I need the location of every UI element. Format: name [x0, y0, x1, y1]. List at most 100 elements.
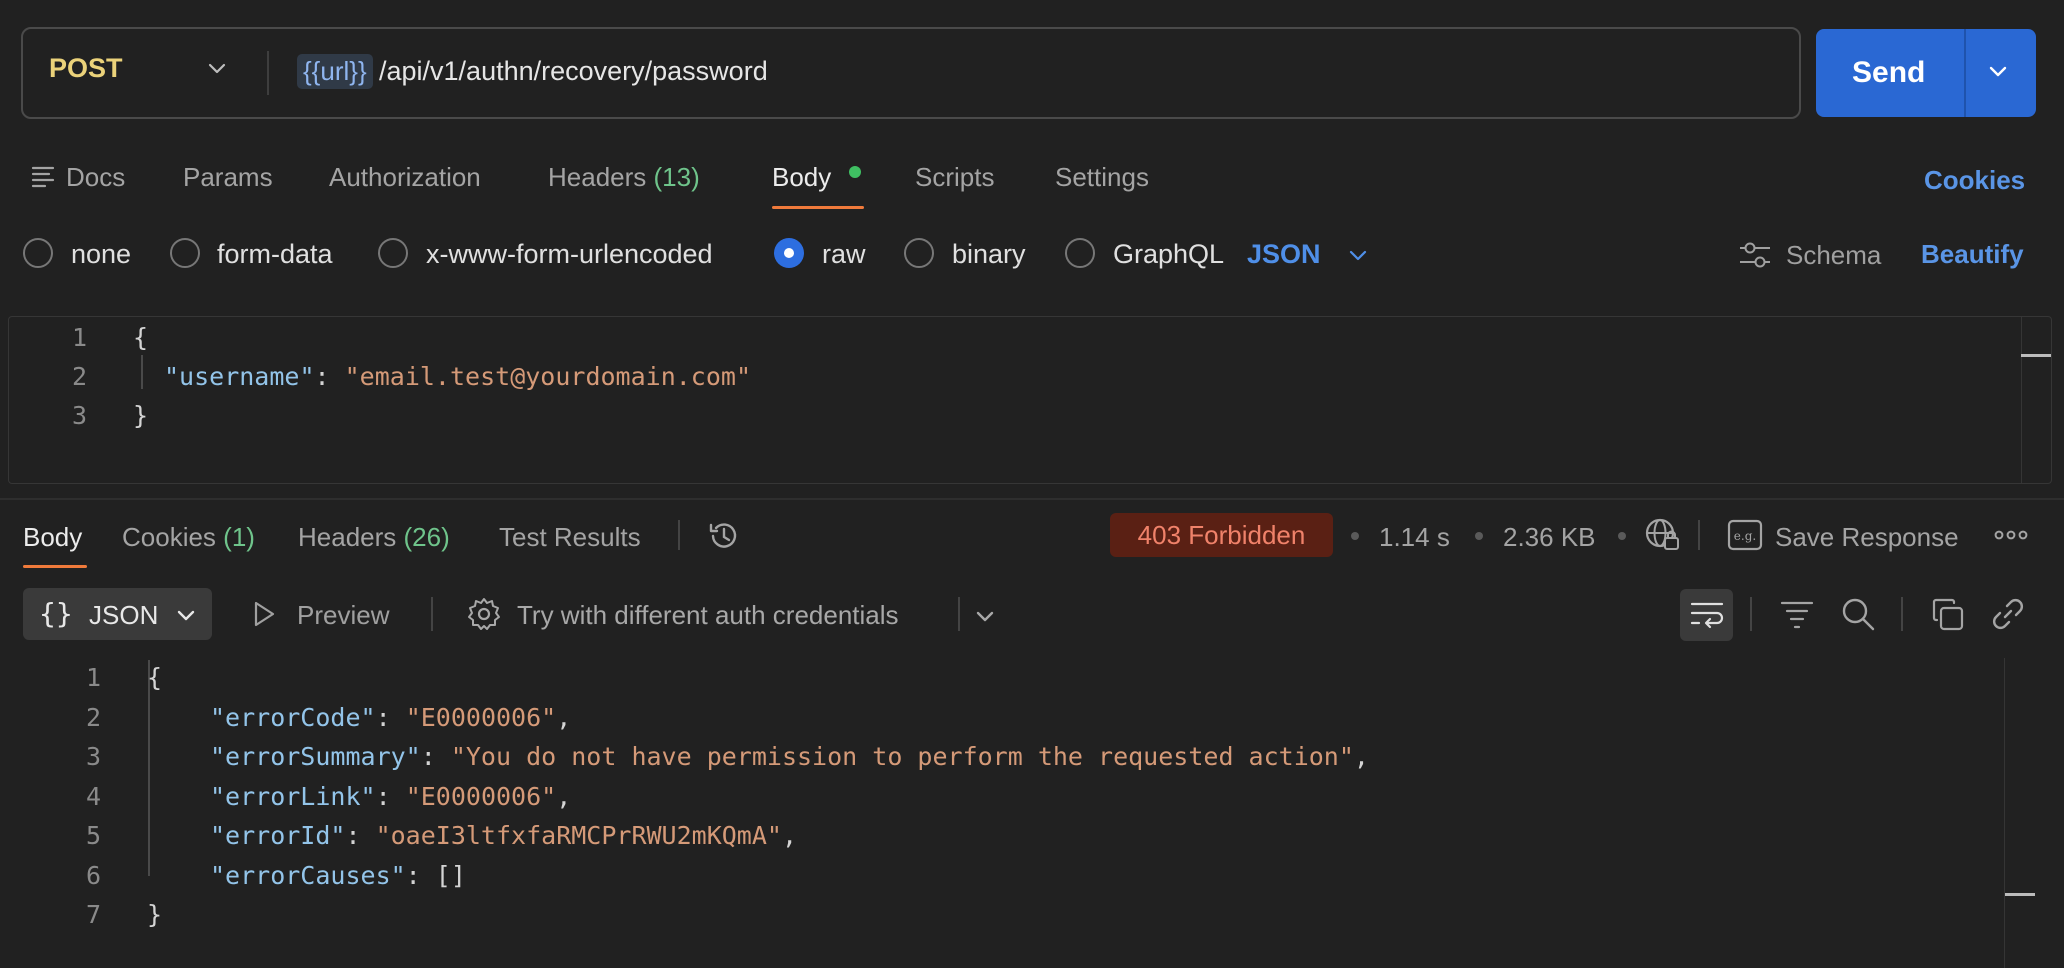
chevron-down-icon[interactable]: [206, 57, 228, 84]
radio-form-data[interactable]: [170, 238, 200, 268]
cookies-link[interactable]: Cookies: [1924, 165, 2025, 196]
response-tab-headers-label: Headers: [298, 522, 397, 552]
sliders-icon[interactable]: [1738, 240, 1772, 275]
radio-form-data-label[interactable]: form-data: [217, 239, 333, 270]
svg-text:e.g.: e.g.: [1734, 529, 1756, 543]
example-icon[interactable]: e.g.: [1727, 518, 1763, 557]
active-tab-underline: [772, 206, 864, 209]
json-colon: :: [314, 362, 345, 391]
radio-urlencoded-label[interactable]: x-www-form-urlencoded: [426, 239, 713, 270]
schema-button[interactable]: Schema: [1786, 240, 1881, 271]
request-body-editor[interactable]: 1 2 3 { "username": "email.test@yourdoma…: [8, 316, 2052, 484]
beautify-button[interactable]: Beautify: [1921, 239, 2024, 270]
json-array: []: [435, 861, 466, 890]
save-response-button[interactable]: Save Response: [1775, 522, 1959, 553]
tab-headers-label: Headers: [548, 162, 647, 192]
response-tab-test-results[interactable]: Test Results: [499, 522, 641, 553]
code-line: "errorCode": "E0000006",: [210, 703, 572, 732]
url-bar: POST {{url}} /api/v1/authn/recovery/pass…: [21, 27, 1801, 119]
separator-dot: [1351, 532, 1359, 540]
search-icon[interactable]: [1840, 596, 1876, 637]
code-line: "errorSummary": "You do not have permiss…: [210, 742, 1369, 771]
send-divider: [1964, 29, 1966, 117]
json-string: "E0000006": [405, 782, 557, 811]
copy-icon[interactable]: [1930, 597, 1966, 638]
radio-graphql-label[interactable]: GraphQL: [1113, 239, 1224, 270]
pane-divider[interactable]: [0, 498, 2064, 500]
response-tab-body[interactable]: Body: [23, 522, 82, 553]
radio-none[interactable]: [23, 238, 53, 268]
more-options-icon[interactable]: [1994, 524, 2028, 551]
toolbar-separator: [1750, 597, 1752, 631]
response-tab-cookies[interactable]: Cookies (1): [122, 522, 255, 553]
line-number: 3: [85, 742, 101, 771]
try-auth-credentials-button[interactable]: Try with different auth credentials: [517, 600, 899, 631]
response-time[interactable]: 1.14 s: [1379, 522, 1450, 553]
radio-binary[interactable]: [904, 238, 934, 268]
response-format-label: JSON: [89, 600, 159, 630]
chevron-down-icon[interactable]: [973, 604, 997, 633]
indent-guide: [148, 660, 150, 876]
tab-scripts[interactable]: Scripts: [915, 162, 994, 193]
meta-separator: [1698, 520, 1700, 550]
code-line: }: [147, 900, 163, 929]
code-line: "username": "email.test@yourdomain.com": [164, 362, 751, 391]
link-icon[interactable]: [1990, 596, 2026, 637]
url-variable[interactable]: {{url}}: [297, 54, 373, 89]
line-number: 2: [71, 362, 87, 391]
filter-icon[interactable]: [1779, 597, 1815, 636]
network-globe-icon[interactable]: [1644, 516, 1682, 559]
scrollbar-track[interactable]: [2004, 658, 2005, 968]
json-key: "errorCauses": [210, 861, 406, 890]
body-language-select[interactable]: JSON: [1247, 239, 1321, 270]
chevron-down-icon[interactable]: [1347, 244, 1369, 271]
send-button[interactable]: Send: [1852, 56, 1925, 90]
response-tab-headers-count: (26): [403, 522, 450, 552]
radio-urlencoded[interactable]: [378, 238, 408, 268]
preview-button[interactable]: Preview: [297, 600, 389, 631]
toolbar-separator: [431, 597, 433, 631]
scrollbar-thumb[interactable]: [2005, 893, 2035, 896]
radio-binary-label[interactable]: binary: [952, 239, 1026, 270]
docs-icon[interactable]: [31, 163, 57, 194]
line-number: 4: [85, 782, 101, 811]
url-input[interactable]: /api/v1/authn/recovery/password: [379, 56, 768, 87]
tab-docs[interactable]: Docs: [66, 162, 125, 193]
tab-body[interactable]: Body: [772, 162, 831, 193]
json-string: "oaeI3ltfxfaRMCPrRWU2mKQmA": [375, 821, 782, 850]
play-icon[interactable]: [250, 599, 278, 634]
history-icon[interactable]: [706, 518, 742, 559]
line-number: 1: [85, 663, 101, 692]
radio-raw[interactable]: [774, 238, 804, 268]
send-button-group: Send: [1816, 29, 2036, 117]
response-size[interactable]: 2.36 KB: [1503, 522, 1596, 553]
json-key: "username": [164, 362, 315, 391]
send-options-chevron-icon[interactable]: [1986, 59, 2010, 88]
code-line: "errorId": "oaeI3ltfxfaRMCPrRWU2mKQmA",: [210, 821, 798, 850]
scrollbar-thumb[interactable]: [2021, 354, 2051, 357]
json-string: "E0000006": [405, 703, 557, 732]
toolbar-separator: [1901, 597, 1903, 631]
chevron-down-icon: [175, 604, 197, 631]
response-format-select[interactable]: {} JSON: [23, 588, 212, 640]
line-number: 7: [85, 900, 101, 929]
json-string: "email.test@yourdomain.com": [344, 362, 752, 391]
status-badge[interactable]: 403 Forbidden: [1110, 513, 1333, 557]
tab-params[interactable]: Params: [183, 162, 273, 193]
word-wrap-toggle[interactable]: [1680, 589, 1733, 641]
indent-guide: [141, 355, 143, 389]
tab-headers[interactable]: Headers (13): [548, 162, 700, 193]
scrollbar-track[interactable]: [2021, 317, 2022, 483]
response-tab-headers[interactable]: Headers (26): [298, 522, 450, 553]
json-key: "errorSummary": [210, 742, 421, 771]
radio-raw-label[interactable]: raw: [822, 239, 866, 270]
radio-none-label[interactable]: none: [71, 239, 131, 270]
tab-settings[interactable]: Settings: [1055, 162, 1149, 193]
line-number: 6: [85, 861, 101, 890]
json-key: "errorCode": [210, 703, 376, 732]
radio-graphql[interactable]: [1065, 238, 1095, 268]
method-select[interactable]: POST: [49, 53, 123, 84]
tab-authorization[interactable]: Authorization: [329, 162, 481, 193]
gear-icon[interactable]: [466, 596, 502, 637]
line-number: 2: [85, 703, 101, 732]
